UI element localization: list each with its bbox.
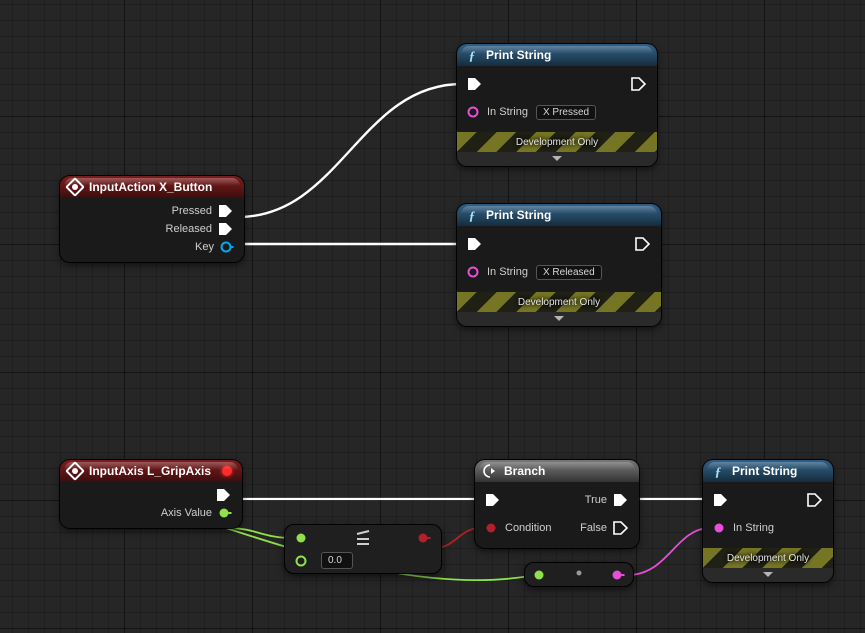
exec-pin-icon: [613, 493, 629, 507]
pin-in-float[interactable]: [533, 568, 547, 582]
pin-in-string[interactable]: In String: [713, 521, 774, 535]
exec-pin-icon: [635, 237, 651, 251]
data-pin-icon: [485, 521, 499, 535]
data-pin-icon: [295, 531, 309, 545]
pin-exec-out[interactable]: [635, 237, 651, 251]
data-pin-icon: [533, 568, 547, 582]
pin-exec-in[interactable]: [485, 493, 501, 507]
node-title: InputAction X_Button: [89, 180, 212, 194]
function-icon: [711, 464, 725, 478]
development-only-stripe: Development Only: [457, 292, 661, 312]
node-convert-float-to-string[interactable]: [524, 562, 634, 587]
node-header: Branch: [475, 460, 639, 482]
node-expander[interactable]: [703, 568, 833, 582]
pin-out-string[interactable]: [611, 568, 625, 582]
pin-pressed[interactable]: Pressed: [172, 204, 234, 218]
node-compare-not-equal[interactable]: 0.0: [284, 524, 442, 574]
node-header: Print String: [457, 44, 657, 66]
development-only-stripe: Development Only: [703, 548, 833, 568]
node-header: Print String: [457, 204, 661, 226]
node-expander[interactable]: [457, 312, 661, 326]
node-title: Branch: [504, 464, 545, 478]
pin-exec-in[interactable]: [467, 237, 483, 251]
node-header: Print String: [703, 460, 833, 482]
exec-pin-icon: [807, 493, 823, 507]
chevron-down-icon: [554, 316, 564, 322]
data-pin-icon: [713, 521, 727, 535]
record-indicator-icon: [222, 466, 232, 476]
pin-exec-in[interactable]: [713, 493, 729, 507]
node-title: Print String: [486, 48, 551, 62]
in-string-value[interactable]: X Pressed: [536, 105, 596, 120]
pin-condition[interactable]: Condition: [485, 521, 551, 535]
data-pin-icon: [467, 265, 481, 279]
compare-operator-icon: [355, 529, 371, 546]
exec-pin-icon: [218, 204, 234, 218]
exec-pin-icon: [713, 493, 729, 507]
pin-a[interactable]: [295, 531, 309, 545]
event-icon: [68, 464, 82, 478]
exec-pin-icon: [467, 77, 483, 91]
data-pin-icon: [220, 240, 234, 254]
exec-pin-icon: [467, 237, 483, 251]
exec-pin-icon: [485, 493, 501, 507]
pin-true[interactable]: True: [585, 493, 629, 507]
node-branch[interactable]: Branch True Condition False: [475, 460, 639, 548]
node-title: Print String: [732, 464, 797, 478]
pin-b[interactable]: [295, 554, 309, 568]
branch-icon: [483, 464, 497, 478]
node-expander[interactable]: [457, 152, 657, 166]
node-title: Print String: [486, 208, 551, 222]
chevron-down-icon: [763, 572, 773, 578]
in-string-value[interactable]: X Released: [536, 265, 602, 280]
data-pin-icon: [218, 506, 232, 520]
pin-b-default-value[interactable]: 0.0: [321, 552, 353, 569]
pin-key[interactable]: Key: [195, 240, 234, 254]
chevron-down-icon: [552, 156, 562, 162]
pin-result[interactable]: [417, 531, 431, 545]
data-pin-icon: [295, 554, 309, 568]
exec-pin-icon: [613, 521, 629, 535]
data-pin-icon: [417, 531, 431, 545]
exec-pin-icon: [216, 488, 232, 502]
pin-false[interactable]: False: [580, 521, 629, 535]
convert-dot-icon: [573, 567, 585, 582]
pin-exec-out[interactable]: [807, 493, 823, 507]
pin-in-string[interactable]: In String: [467, 265, 528, 279]
pin-exec-in[interactable]: [467, 77, 483, 91]
node-print-string-released[interactable]: Print String In String X Released Develo…: [457, 204, 661, 326]
node-print-string-pressed[interactable]: Print String In String X Pressed Develop…: [457, 44, 657, 166]
exec-pin-icon: [631, 77, 647, 91]
function-icon: [465, 48, 479, 62]
pin-exec-out[interactable]: [631, 77, 647, 91]
node-title: InputAxis L_GripAxis: [89, 464, 211, 478]
pin-in-string[interactable]: In String: [467, 105, 528, 119]
pin-exec-out[interactable]: [216, 488, 232, 502]
node-print-string-axis[interactable]: Print String In String Development Only: [703, 460, 833, 582]
node-header: InputAxis L_GripAxis: [60, 460, 242, 482]
node-inputaction-x-button[interactable]: InputAction X_Button Pressed Released Ke…: [60, 176, 244, 262]
pin-released[interactable]: Released: [166, 222, 234, 236]
node-header: InputAction X_Button: [60, 176, 244, 198]
data-pin-icon: [611, 568, 625, 582]
development-only-stripe: Development Only: [457, 132, 657, 152]
function-icon: [465, 208, 479, 222]
pin-axis-value[interactable]: Axis Value: [161, 506, 232, 520]
exec-pin-icon: [218, 222, 234, 236]
event-icon: [68, 180, 82, 194]
node-inputaxis-l-gripaxis[interactable]: InputAxis L_GripAxis Axis Value: [60, 460, 242, 528]
data-pin-icon: [467, 105, 481, 119]
